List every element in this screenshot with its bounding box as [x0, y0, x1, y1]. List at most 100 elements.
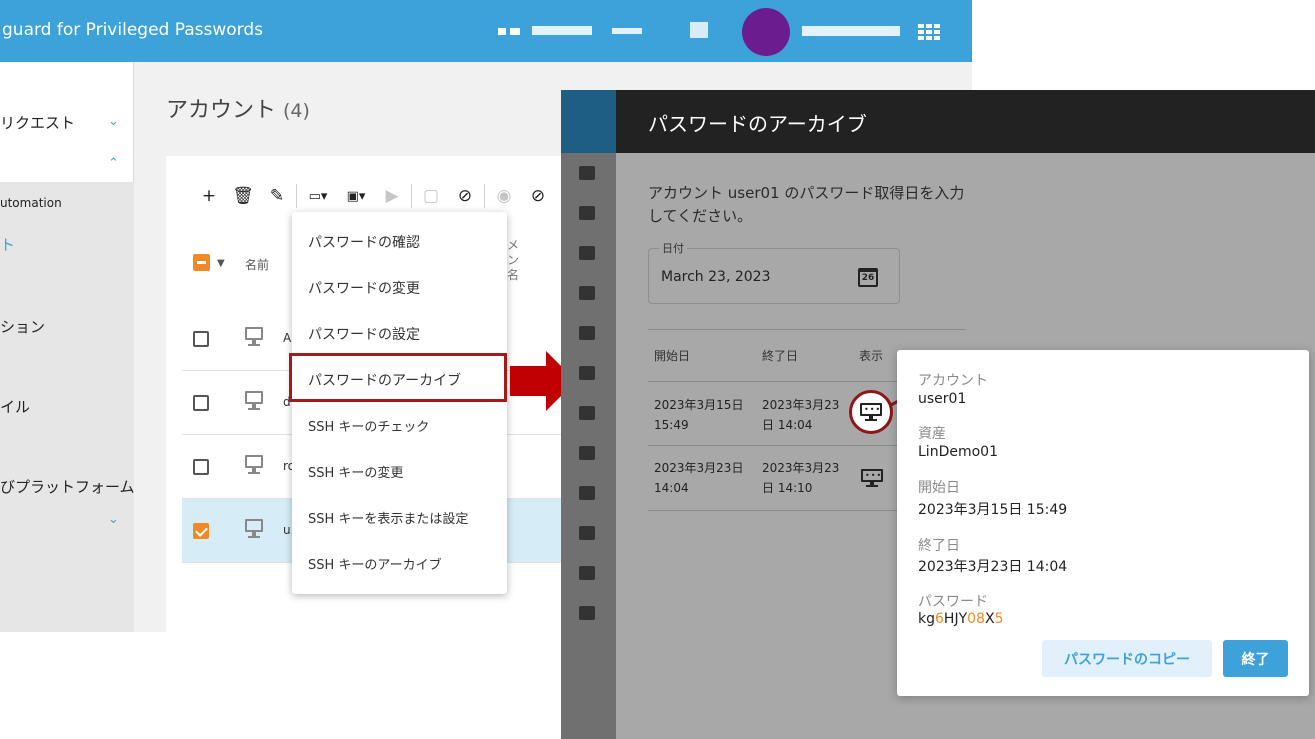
- password-part-digit: 08: [967, 611, 985, 627]
- menu-item-ssh-key-archive[interactable]: SSH キーのアーカイブ: [308, 554, 442, 573]
- menu-item-check-password[interactable]: パスワードの確認: [308, 232, 420, 252]
- doc-icon: [579, 486, 595, 500]
- eye-off-icon[interactable]: ⊘: [521, 186, 555, 206]
- ssh-key-menu-icon[interactable]: ▣▾: [337, 189, 375, 204]
- toolbar-divider: [411, 184, 412, 208]
- caret-down-icon[interactable]: ▼: [217, 258, 225, 269]
- close-button[interactable]: 終了: [1223, 640, 1288, 677]
- show-password-icon[interactable]: •••: [861, 469, 883, 487]
- toolbar: + 🗑 ✎ ▭▾ ▣▾ ▶ ▢ ⊘ ◉ ⊘: [192, 180, 555, 212]
- password-value: kg6HJY08X5: [918, 611, 1003, 627]
- top-bar: guard for Privileged Passwords: [0, 0, 972, 62]
- avatar[interactable]: [742, 8, 790, 56]
- row1-start: 2023年3月15日 15:49: [654, 398, 744, 432]
- password-actions-menu: パスワードの確認 パスワードの変更 パスワードの設定 パスワードのアーカイブ S…: [292, 212, 507, 594]
- menu-item-set-password[interactable]: パスワードの設定: [308, 324, 420, 344]
- toolbar-divider: [484, 184, 485, 208]
- list-icon: [579, 366, 595, 380]
- sidebar-item-platforms[interactable]: びプラットフォーム: [0, 476, 135, 497]
- sidebar-item-automation[interactable]: utomation: [0, 196, 62, 210]
- row-checkbox[interactable]: [193, 459, 209, 475]
- row-name: A: [283, 331, 292, 345]
- dialog-header: パスワードのアーカイブ: [616, 90, 1315, 153]
- account-value: user01: [918, 391, 967, 407]
- row-checkbox[interactable]: [193, 395, 209, 411]
- chevron-down-icon[interactable]: ⌄: [108, 512, 119, 527]
- delete-icon[interactable]: 🗑: [226, 186, 260, 206]
- calendar-icon[interactable]: 26: [858, 268, 878, 287]
- table-divider: [648, 445, 898, 446]
- date-field-label: 日付: [659, 240, 687, 256]
- chevron-down-icon[interactable]: ⌄: [108, 114, 119, 129]
- start-label: 開始日: [918, 480, 960, 496]
- select-all-checkbox[interactable]: [193, 254, 210, 271]
- password-part: kg: [918, 611, 935, 627]
- monitor-icon: [245, 327, 267, 347]
- column-header-name[interactable]: 名前: [245, 256, 269, 273]
- monitor-icon: [245, 391, 267, 411]
- menu-item-view-set-ssh-key[interactable]: SSH キーを表示または設定: [308, 508, 468, 527]
- password-menu-icon[interactable]: ▭▾: [299, 189, 337, 204]
- dialog-title: パスワードのアーカイブ: [648, 112, 867, 136]
- account-label: アカウント: [918, 373, 988, 389]
- copy-password-button[interactable]: パスワードのコピー: [1042, 640, 1212, 677]
- add-icon[interactable]: +: [192, 186, 226, 206]
- menu-item-change-password[interactable]: パスワードの変更: [308, 278, 420, 298]
- end-label: 終了日: [918, 538, 960, 554]
- table-divider: [648, 381, 898, 382]
- password-part-digit: 5: [994, 611, 1004, 627]
- edit-icon[interactable]: ✎: [260, 186, 294, 206]
- book-icon: [579, 606, 595, 620]
- menu-item-change-ssh-key[interactable]: SSH キーの変更: [308, 462, 403, 481]
- table-divider: [648, 510, 898, 511]
- sidebar-item-sessions[interactable]: ション: [0, 316, 45, 337]
- users-icon: [579, 566, 595, 580]
- page-title-text: アカウント: [166, 98, 277, 123]
- block-icon[interactable]: ⊘: [448, 186, 482, 206]
- row-checkbox-checked[interactable]: [193, 523, 209, 539]
- play-icon[interactable]: ▶: [375, 186, 409, 206]
- show-password-highlight[interactable]: •••: [849, 390, 893, 434]
- column-header-end: 終了日: [762, 349, 799, 363]
- column-header-extra[interactable]: メン名: [507, 238, 523, 283]
- row-name: u: [283, 523, 291, 537]
- end-value: 2023年3月23日 14:04: [918, 559, 1068, 575]
- dimmed-sidebar: [561, 90, 616, 739]
- row-checkbox[interactable]: [193, 331, 209, 347]
- obscured-icon[interactable]: [690, 22, 708, 38]
- account-count: (4): [283, 100, 310, 122]
- asset-label: 資産: [918, 426, 946, 442]
- start-value: 2023年3月15日 15:49: [918, 502, 1068, 518]
- table-divider: [648, 329, 966, 330]
- menu-highlight-box: [289, 353, 507, 402]
- folder-icon: [579, 406, 595, 420]
- sidebar-item-accounts[interactable]: ト: [0, 234, 15, 255]
- tools-icon: [579, 206, 595, 220]
- column-header-show: 表示: [859, 349, 884, 363]
- date-field[interactable]: 日付 March 23, 2023 26: [648, 240, 900, 304]
- monitor-icon: [245, 519, 267, 539]
- obscured-username: [802, 26, 900, 36]
- asset-value: LinDemo01: [918, 444, 998, 460]
- password-part-digit: 6: [935, 611, 944, 627]
- apps-grid-icon[interactable]: [918, 24, 940, 40]
- sidebar-item-profiles[interactable]: イル: [0, 396, 30, 417]
- menu-item-check-ssh-key[interactable]: SSH キーのチェック: [308, 416, 429, 435]
- date-field-value: March 23, 2023: [661, 269, 771, 285]
- sidebar-item-requests[interactable]: リクエスト: [0, 112, 75, 133]
- monitor-icon: [245, 455, 267, 475]
- app-title: guard for Privileged Passwords: [2, 20, 263, 40]
- password-part: X: [984, 611, 995, 627]
- show-password-icon[interactable]: •••: [860, 403, 882, 421]
- chevron-up-icon[interactable]: ⌃: [108, 156, 119, 171]
- tag-icon: [579, 526, 595, 540]
- monitor-icon: [579, 286, 595, 300]
- sidebar: リクエスト ⌄ ⌃ utomation ト ション イル びプラットフォーム ⌄: [0, 62, 135, 632]
- row2-end: 2023年3月23日 14:10: [762, 461, 840, 495]
- stop-icon[interactable]: ▢: [414, 186, 448, 206]
- obscured-text: [612, 28, 642, 34]
- eye-icon[interactable]: ◉: [487, 186, 521, 206]
- toolbar-divider: [296, 184, 297, 208]
- callout-arrow: [510, 366, 548, 396]
- password-part: HJY: [943, 611, 968, 627]
